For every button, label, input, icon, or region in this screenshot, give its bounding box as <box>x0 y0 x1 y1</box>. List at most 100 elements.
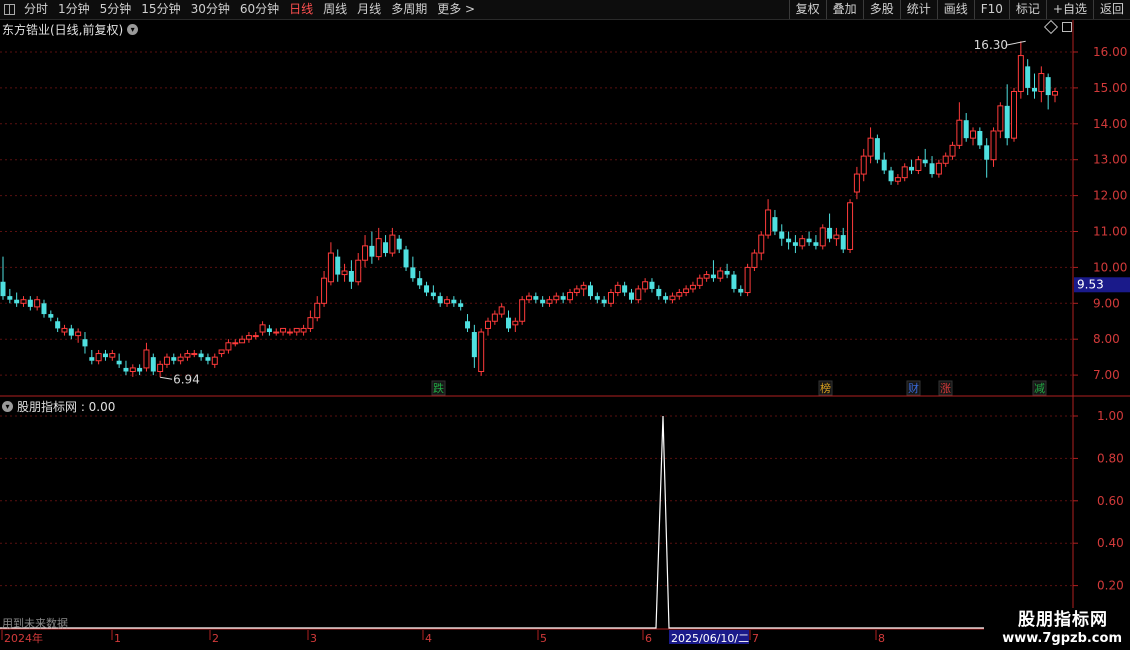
candle-body-up <box>478 331 485 373</box>
candle-body-down <box>560 296 566 300</box>
candle-body-up <box>669 295 676 301</box>
candle-body-up <box>526 295 532 301</box>
candle-body-down <box>27 299 33 307</box>
price-tick-label: 14.00 <box>1093 117 1127 131</box>
indicator-tick-label: 0.20 <box>1097 579 1124 593</box>
candle-body-up <box>245 335 252 340</box>
time-tick-label: 8 <box>878 632 885 645</box>
candle-body-down <box>335 256 341 275</box>
candle-body-up <box>1038 73 1045 92</box>
candle-body-down <box>827 227 833 239</box>
candle-body-up <box>1011 90 1018 139</box>
candle-body-down <box>458 303 464 307</box>
candle-body-up <box>990 130 997 161</box>
cursor-date-label: 2025/06/10/二 <box>671 632 749 645</box>
candle-body-up <box>1052 90 1058 96</box>
indicator-tick-label: 0.40 <box>1097 536 1124 550</box>
candle-body-up <box>799 238 806 247</box>
candle-body-down <box>82 339 88 347</box>
candle-body-down <box>171 357 177 361</box>
price-tick-label: 9.00 <box>1093 296 1120 310</box>
candle-body-up <box>327 252 334 283</box>
candle-body-down <box>348 270 354 282</box>
candle-body-up <box>758 234 765 254</box>
candle-body-up <box>642 281 649 290</box>
candle-body-down <box>506 317 512 329</box>
candle-body-up <box>355 259 362 283</box>
candle-body-down <box>622 285 628 293</box>
candle-body-up <box>689 284 696 290</box>
candle-body-up <box>580 284 587 290</box>
candle-body-down <box>587 285 593 297</box>
candle-body-up <box>61 327 68 333</box>
candle-body-down <box>451 299 457 304</box>
candle-body-up <box>744 266 751 294</box>
time-tick-label: 3 <box>310 632 317 645</box>
candle-body-down <box>656 288 662 297</box>
candle-body-down <box>663 296 669 300</box>
event-tag-label: 减 <box>1034 382 1045 395</box>
candle-body-down <box>1045 77 1051 96</box>
candle-body-up <box>765 209 772 236</box>
price-tick-label: 15.00 <box>1093 81 1127 95</box>
candle-body-up <box>280 327 287 333</box>
candle-body-up <box>833 234 840 240</box>
event-tag-label: 财 <box>908 381 919 395</box>
future-data-note: 用到未来数据 <box>2 617 68 630</box>
candle-body-down <box>540 299 546 304</box>
time-tick-label: 2 <box>212 632 219 645</box>
current-price-label: 9.53 <box>1077 277 1104 291</box>
candle-body-up <box>362 245 369 261</box>
candle-body-up <box>901 166 908 179</box>
candle-body-up <box>211 356 218 365</box>
candle-body-down <box>929 163 935 175</box>
candle-body-down <box>198 353 204 358</box>
time-tick-label: 7 <box>752 632 759 645</box>
candle-body-down <box>396 238 402 250</box>
candle-body-down <box>792 242 798 246</box>
candle-body-down <box>471 332 477 358</box>
candle-body-down <box>383 242 389 254</box>
candle-body-down <box>1032 87 1038 92</box>
candle-body-up <box>225 342 232 351</box>
time-tick-label: 1 <box>114 632 121 645</box>
price-tick-label: 7.00 <box>1093 368 1120 382</box>
candle-body-up <box>321 277 328 304</box>
candle-body-up <box>191 353 198 356</box>
candle-body-up <box>847 202 854 250</box>
candle-body-up <box>573 288 580 294</box>
candle-body-down <box>649 281 655 289</box>
candle-body-up <box>252 335 259 338</box>
candle-body-down <box>874 138 880 160</box>
candle-body-up <box>491 313 498 322</box>
candle-body-down <box>1025 66 1031 88</box>
candle-body-up <box>703 274 710 279</box>
candle-body-up <box>949 144 956 157</box>
indicator-tick-label: 1.00 <box>1097 409 1124 423</box>
indicator-tick-label: 0.60 <box>1097 494 1124 508</box>
chart-canvas[interactable]: 16.0015.0014.0013.0012.0011.0010.009.008… <box>0 0 1130 650</box>
candle-body-up <box>717 270 724 279</box>
candle-body-down <box>628 292 634 300</box>
candle-body-up <box>109 353 116 358</box>
candle-body-up <box>444 299 451 304</box>
candle-body-up <box>935 162 942 175</box>
candle-body-down <box>779 231 785 239</box>
candle-body-up <box>300 327 307 333</box>
candle-body-down <box>594 296 600 300</box>
candle-body-up <box>34 299 41 308</box>
candle-body-down <box>7 296 13 300</box>
candle-body-down <box>410 267 416 279</box>
candle-body-up <box>389 234 396 254</box>
candle-body-down <box>102 353 108 358</box>
candle-body-up <box>676 292 683 297</box>
candle-body-up <box>143 349 150 369</box>
low-price-label: 6.94 <box>173 372 200 386</box>
candle-body-down <box>430 292 436 297</box>
candle-body-up <box>819 227 826 247</box>
candle-body-up <box>614 284 621 294</box>
candle-body-down <box>909 166 915 171</box>
candle-body-down <box>772 217 778 232</box>
price-tick-label: 11.00 <box>1093 225 1127 239</box>
candle-body-down <box>813 242 819 246</box>
